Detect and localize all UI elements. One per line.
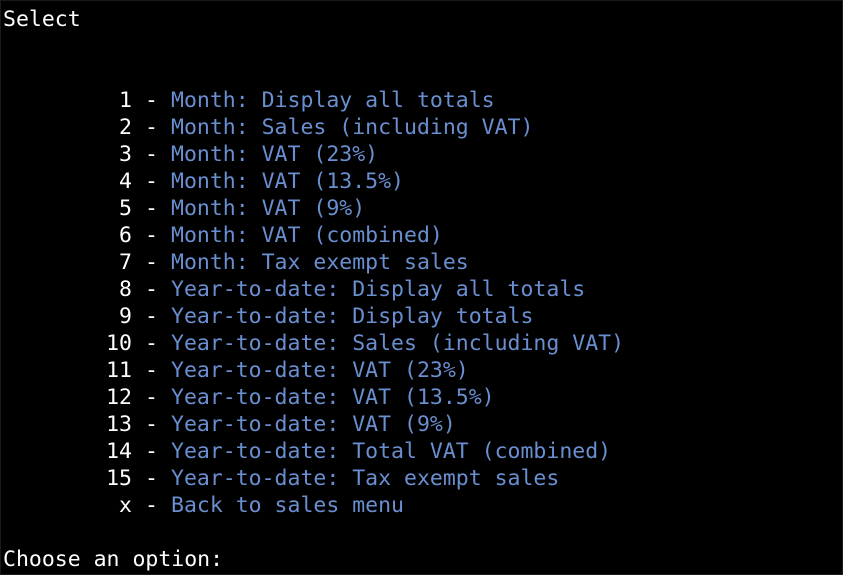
menu-item-2[interactable]: 2- Month: Sales (including VAT) xyxy=(1,87,843,140)
menu-item-separator: - xyxy=(145,493,158,518)
menu-item-6[interactable]: 6- Month: VAT (combined) xyxy=(1,195,843,248)
menu-list: 1- Month: Display all totals 2- Month: Sal… xyxy=(1,60,843,518)
menu-item-5[interactable]: 5- Month: VAT (9%) xyxy=(1,168,843,221)
menu-item-3[interactable]: 3- Month: VAT (23%) xyxy=(1,114,843,167)
menu-item-4[interactable]: 4- Month: VAT (13.5%) xyxy=(1,141,843,194)
menu-item-8[interactable]: 8- Year-to-date: Display all totals xyxy=(1,249,843,302)
menu-item-1[interactable]: 1- Month: Display all totals xyxy=(1,60,843,113)
menu-item-13[interactable]: 13- Year-to-date: VAT (9%) xyxy=(1,384,843,437)
menu-item-14[interactable]: 14- Year-to-date: Total VAT (combined) xyxy=(1,411,843,464)
terminal-window: Select 1- Month: Display all totals 2- Mon… xyxy=(0,0,843,575)
menu-item-12[interactable]: 12- Year-to-date: VAT (13.5%) xyxy=(1,357,843,410)
menu-item-back[interactable]: x - Back to sales menu xyxy=(1,465,843,518)
option-prompt[interactable]: Choose an option: xyxy=(3,546,223,573)
menu-item-key: x xyxy=(119,493,132,518)
menu-item-label: Back to sales menu xyxy=(171,493,404,518)
menu-item-15[interactable]: 15- Year-to-date: Tax exempt sales xyxy=(1,438,843,491)
menu-heading: Select xyxy=(3,7,81,32)
menu-item-7[interactable]: 7- Month: Tax exempt sales xyxy=(1,222,843,275)
menu-item-11[interactable]: 11- Year-to-date: VAT (23%) xyxy=(1,330,843,383)
menu-item-10[interactable]: 10- Year-to-date: Sales (including VAT) xyxy=(1,303,843,356)
menu-item-9[interactable]: 9- Year-to-date: Display totals xyxy=(1,276,843,329)
